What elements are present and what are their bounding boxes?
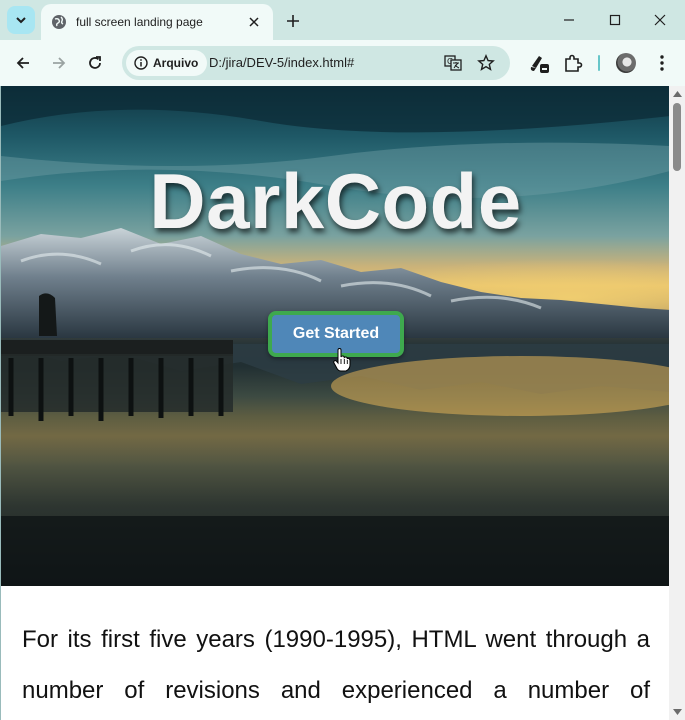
avatar[interactable] [616, 53, 636, 73]
maximize-button[interactable] [595, 6, 635, 34]
minimize-button[interactable] [549, 6, 589, 34]
minimize-icon [564, 19, 574, 21]
site-chip-label: Arquivo [153, 56, 199, 70]
scrollbar-thumb[interactable] [673, 103, 681, 171]
chevron-down-icon [16, 17, 26, 24]
tab-search-button[interactable] [7, 6, 35, 34]
tab-strip: full screen landing page [0, 0, 685, 40]
close-icon [654, 14, 666, 26]
vertical-scrollbar[interactable] [669, 86, 685, 720]
globe-icon [52, 15, 66, 29]
reload-icon [89, 56, 101, 69]
forward-button[interactable] [45, 49, 73, 77]
back-button[interactable] [9, 49, 37, 77]
active-tab[interactable]: full screen landing page [41, 4, 273, 40]
info-icon [134, 56, 148, 70]
scroll-down-icon[interactable] [672, 707, 682, 717]
page-viewport: DarkCode Get Started For its first five … [0, 86, 669, 720]
translate-icon[interactable]: G [443, 53, 463, 73]
scroll-up-icon[interactable] [672, 89, 682, 99]
site-info-chip[interactable]: Arquivo [126, 50, 208, 76]
browser-toolbar: Arquivo D:/jira/DEV-5/index.html# G [0, 40, 685, 86]
hand-pointer-cursor-icon [333, 348, 351, 372]
maximize-icon [609, 14, 621, 26]
hero-title: DarkCode [149, 157, 522, 245]
reload-button[interactable] [81, 49, 109, 77]
intro-paragraph: For its first five years (1990-1995), HT… [22, 626, 650, 704]
kebab-menu-icon[interactable] [650, 51, 674, 75]
toolbar-separator [598, 55, 600, 71]
star-icon[interactable] [476, 53, 496, 73]
arrow-left-icon [16, 57, 29, 69]
paint-brush-icon[interactable] [527, 51, 551, 75]
tab-title: full screen landing page [76, 15, 203, 29]
close-icon[interactable] [245, 13, 263, 31]
plus-icon [287, 15, 299, 27]
url-text[interactable]: D:/jira/DEV-5/index.html# [209, 55, 354, 70]
hero-section: DarkCode Get Started [1, 86, 669, 586]
main-content: For its first five years (1990-1995), HT… [1, 586, 669, 716]
puzzle-icon[interactable] [561, 51, 585, 75]
new-tab-button[interactable] [282, 10, 304, 32]
address-bar[interactable]: Arquivo D:/jira/DEV-5/index.html# G [122, 46, 510, 80]
arrow-right-icon [53, 57, 66, 69]
window-close-button[interactable] [640, 6, 680, 34]
